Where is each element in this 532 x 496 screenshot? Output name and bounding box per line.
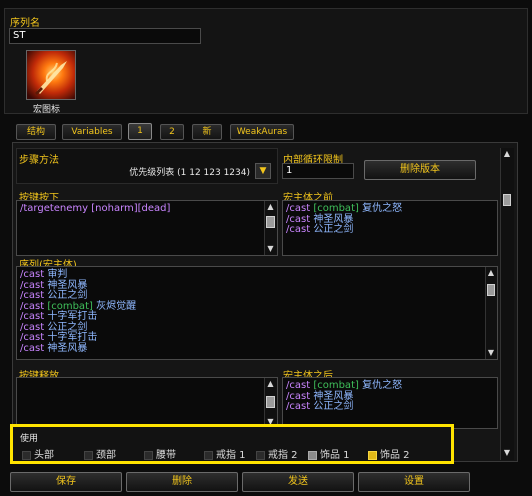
scroll-down-icon[interactable]: ▼ [486, 348, 496, 358]
sequence-body-scrollbar-thumb[interactable] [487, 284, 495, 296]
use-item-head[interactable]: 头部 [22, 446, 54, 461]
scroll-up-icon[interactable]: ▲ [501, 149, 513, 159]
scroll-down-icon[interactable]: ▼ [265, 244, 276, 254]
keyrelease-scrollbar-thumb[interactable] [266, 396, 275, 408]
macro-condition: [combat] [47, 300, 93, 312]
macro-command: /cast [20, 342, 45, 354]
macro-command: /cast [286, 401, 311, 412]
macro-spell: 复仇之怒 [362, 380, 403, 391]
use-item-ring1[interactable]: 戒指 1 [204, 446, 246, 461]
macro-command: /cast [20, 300, 45, 312]
use-item-neck[interactable]: 颈部 [84, 446, 116, 461]
save-button[interactable]: 保存 [10, 472, 122, 492]
tab-new[interactable]: 新 [192, 124, 222, 140]
macro-spell: 十字军打击 [47, 332, 98, 343]
macro-spell: 神圣风暴 [47, 279, 88, 291]
macro-command: /cast [20, 332, 45, 343]
sequence-name-input[interactable]: ST [9, 28, 201, 44]
reset-limit-value: 1 [286, 165, 293, 176]
macro-spell: 神圣风暴 [313, 213, 354, 225]
send-button[interactable]: 发送 [242, 472, 354, 492]
sequence-body-scrollbar[interactable] [485, 267, 497, 359]
tab-weakauras[interactable]: WeakAuras [230, 124, 294, 140]
macro-command: /cast [20, 290, 45, 301]
macro-command: /cast [20, 269, 45, 280]
keypress-scrollbar-thumb[interactable] [266, 216, 275, 228]
macro-spell: 公正之剑 [47, 321, 88, 333]
macro-spell: 神圣风暴 [313, 390, 354, 402]
macro-condition: [combat] [313, 380, 359, 391]
checkbox-ring2[interactable] [256, 450, 265, 460]
scroll-up-icon[interactable]: ▲ [265, 379, 276, 389]
pre-macro-editor[interactable]: /cast [combat] 复仇之怒/cast 神圣风暴/cast 公正之剑 [282, 200, 498, 256]
flaming-sword-icon [35, 61, 67, 95]
macro-line: /cast 公正之剑 [286, 224, 402, 236]
macro-command: /cast [20, 311, 45, 322]
header-panel [4, 8, 528, 114]
checkbox-ring1[interactable] [204, 450, 213, 460]
checkbox-head[interactable] [22, 450, 31, 460]
use-label: 使用 [20, 434, 39, 444]
keypress-editor[interactable]: /targetenemy [noharm][dead] [16, 200, 278, 256]
scroll-up-icon[interactable]: ▲ [265, 202, 276, 212]
chevron-down-icon[interactable]: ▼ [255, 163, 271, 179]
macro-icon-label: 宏图标 [33, 105, 61, 115]
macro-spell: 公正之剑 [313, 401, 354, 412]
macro-icon[interactable] [26, 50, 76, 100]
macro-spell: 复仇之怒 [362, 203, 403, 214]
macro-command: /cast [286, 380, 311, 391]
macro-command: /cast [20, 279, 45, 291]
use-item-belt[interactable]: 腰带 [144, 446, 176, 461]
macro-spell: 公正之剑 [313, 224, 354, 235]
sequence-name-value: ST [13, 30, 26, 41]
tab-structure[interactable]: 结构 [16, 124, 56, 140]
macro-command: /cast [286, 224, 311, 235]
sequence-name-label: 序列名 [10, 18, 40, 29]
step-method-value: 优先级列表 (1 12 123 1234) [129, 168, 250, 178]
use-item-trinket1[interactable]: 饰品 1 [308, 446, 350, 461]
macro-spell: 审判 [47, 269, 68, 280]
delete-version-button[interactable]: 删除版本 [364, 160, 476, 180]
tab-version-1[interactable]: 1 [128, 123, 152, 140]
keyrelease-editor[interactable] [16, 377, 278, 429]
step-method-select[interactable]: 优先级列表 (1 12 123 1234) ▼ [96, 163, 272, 179]
tab-version-2[interactable]: 2 [160, 124, 184, 140]
checkbox-trinket2[interactable] [368, 450, 377, 460]
macro-command: /cast [286, 203, 311, 214]
settings-button[interactable]: 设置 [358, 472, 470, 492]
delete-button[interactable]: 删除 [126, 472, 238, 492]
scroll-up-icon[interactable]: ▲ [486, 268, 496, 278]
checkbox-trinket1[interactable] [308, 450, 317, 460]
macro-spell: 灰烬觉醒 [96, 300, 137, 312]
use-item-ring2[interactable]: 戒指 2 [256, 446, 298, 461]
editor-scrollbar-thumb[interactable] [503, 194, 511, 206]
macro-command: /cast [286, 213, 311, 225]
scroll-down-icon[interactable]: ▼ [501, 448, 513, 458]
macro-spell: 公正之剑 [47, 290, 88, 301]
use-item-trinket2[interactable]: 饰品 2 [368, 446, 410, 461]
macro-command: /cast [286, 390, 311, 402]
sequence-body-editor[interactable]: /cast 审判/cast 神圣风暴/cast 公正之剑/cast [comba… [16, 266, 498, 360]
macro-spell: 神圣风暴 [47, 342, 88, 354]
macro-line: /cast 公正之剑 [286, 401, 402, 413]
checkbox-neck[interactable] [84, 450, 93, 460]
step-method-label: 步骤方法 [19, 155, 59, 166]
macro-line: /cast 神圣风暴 [20, 342, 136, 355]
checkbox-belt[interactable] [144, 450, 153, 460]
post-macro-editor[interactable]: /cast [combat] 复仇之怒/cast 神圣风暴/cast 公正之剑 [282, 377, 498, 429]
keypress-text: /targetenemy [noharm][dead] [20, 203, 171, 214]
macro-spell: 十字军打击 [47, 311, 98, 322]
reset-limit-input[interactable]: 1 [282, 163, 354, 179]
macro-condition: [combat] [313, 203, 359, 214]
tab-variables[interactable]: Variables [62, 124, 122, 140]
macro-command: /cast [20, 321, 45, 333]
